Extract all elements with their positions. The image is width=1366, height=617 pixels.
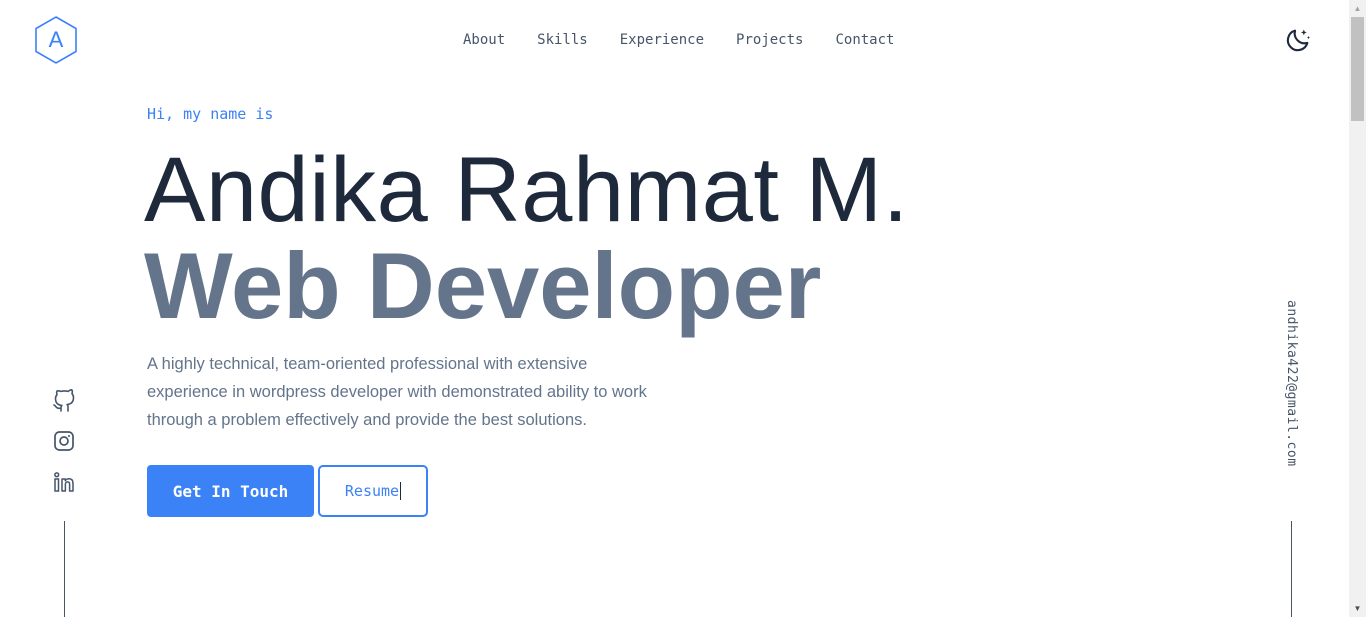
linkedin-link[interactable]: [52, 470, 76, 494]
scrollbar-thumb[interactable]: [1351, 17, 1364, 121]
resume-button[interactable]: Resume: [318, 465, 428, 517]
nav-contact[interactable]: Contact: [819, 30, 910, 50]
hero-description: A highly technical, team-oriented profes…: [147, 355, 647, 429]
nav-about[interactable]: About: [447, 30, 521, 50]
linkedin-icon: [54, 472, 74, 492]
hero-role: Web Developer: [144, 233, 822, 338]
github-link[interactable]: [52, 389, 76, 413]
resume-button-label: Resume: [344, 482, 400, 500]
github-icon: [53, 389, 75, 412]
instagram-icon: [54, 431, 74, 451]
hero-name: Andika Rahmat M.: [144, 139, 909, 241]
hero-greeting: Hi, my name is: [147, 105, 274, 123]
right-divider-line: [1291, 521, 1292, 617]
logo[interactable]: A: [33, 15, 79, 65]
main-nav: About Skills Experience Projects Contact: [447, 30, 910, 50]
get-in-touch-button[interactable]: Get In Touch: [147, 465, 314, 517]
email-text: andhika422@gmail.com: [1284, 300, 1299, 467]
scroll-down-arrow-icon[interactable]: ▼: [1349, 600, 1366, 617]
text-cursor: [400, 482, 402, 500]
theme-toggle-button[interactable]: [1284, 26, 1312, 54]
scroll-up-arrow-icon[interactable]: ▲: [1349, 0, 1366, 17]
email-link[interactable]: andhika422@gmail.com: [1283, 300, 1299, 490]
nav-experience[interactable]: Experience: [604, 30, 720, 50]
nav-skills[interactable]: Skills: [521, 30, 604, 50]
left-divider-line: [64, 521, 65, 617]
instagram-link[interactable]: [52, 429, 76, 453]
nav-projects[interactable]: Projects: [720, 30, 819, 50]
moon-stars-icon: [1286, 29, 1311, 52]
logo-letter: A: [48, 27, 64, 52]
